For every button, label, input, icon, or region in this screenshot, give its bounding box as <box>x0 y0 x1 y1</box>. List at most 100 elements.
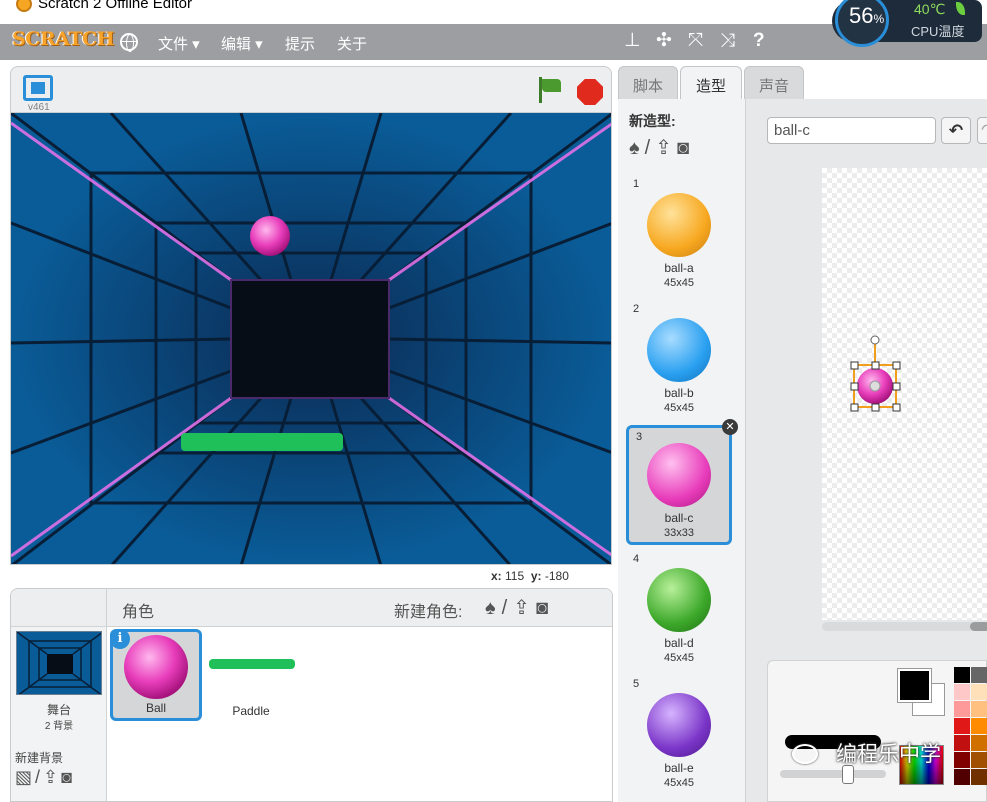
sprite-tile-ball[interactable]: i Ball <box>110 629 202 721</box>
paddle-sprite[interactable] <box>181 433 343 451</box>
menu-file[interactable]: 文件 ▾ <box>158 33 200 54</box>
ball-sprite[interactable] <box>250 216 290 256</box>
language-globe-icon[interactable] <box>120 33 138 52</box>
mouse-coordinates: x: 115 y: -180 <box>491 569 569 583</box>
camera-icon[interactable]: ◙ <box>61 767 75 787</box>
paint-canvas[interactable] <box>822 168 987 620</box>
new-backdrop-tools: ▧/⇪◙ <box>15 767 75 788</box>
fullscreen-icon[interactable] <box>23 75 53 101</box>
costume-index: 2 <box>633 303 640 315</box>
line-width-slider[interactable] <box>780 770 886 778</box>
costume-thumbnail <box>647 693 711 757</box>
costume-item-selected[interactable]: 3 ✕ ball-c 33x33 <box>626 419 738 545</box>
redo-icon[interactable]: ↷ <box>977 117 987 144</box>
costume-index: 4 <box>633 553 640 565</box>
upload-icon[interactable]: ⇪ <box>513 597 536 619</box>
sprite-pane: 角色 新建角色: ♠/⇪◙ 舞台 2 背景 新建背景 ▧/⇪◙ i Ball P… <box>10 588 613 802</box>
costume-size: 45x45 <box>664 277 694 289</box>
costume-index: 5 <box>633 678 640 690</box>
color-swatch-grid[interactable] <box>954 667 987 786</box>
paint-brush-icon[interactable]: / <box>645 137 656 159</box>
costume-library-icon[interactable]: ♠ <box>629 137 645 159</box>
ball-thumbnail <box>124 635 188 699</box>
cpu-percent: 56% <box>849 3 885 28</box>
stage-canvas[interactable] <box>10 112 612 565</box>
costume-thumbnail <box>647 568 711 632</box>
costume-item[interactable]: 1 ball-a 45x45 <box>626 175 732 295</box>
leaf-icon <box>956 2 965 15</box>
scrollbar-thumb[interactable] <box>970 622 987 631</box>
paint-brush-icon[interactable]: / <box>35 767 43 787</box>
costume-thumbnail <box>647 318 711 382</box>
camera-icon[interactable]: ◙ <box>677 137 694 159</box>
grow-icon[interactable]: ⤧ <box>688 31 703 51</box>
upload-icon[interactable]: ⇪ <box>655 137 677 159</box>
stage-thumbnail[interactable] <box>16 631 102 695</box>
scratch-logo[interactable]: SCRATCH <box>12 28 115 50</box>
shrink-icon[interactable]: ⤨ <box>720 31 735 51</box>
costume-name: ball-d <box>664 636 694 650</box>
tab-sounds[interactable]: 声音 <box>744 66 804 100</box>
costume-index: 1 <box>633 178 640 190</box>
duplicate-stamp-icon[interactable]: ⊥ <box>624 31 641 51</box>
primary-color-swatch[interactable] <box>898 669 931 702</box>
undo-icon[interactable]: ↶ <box>941 117 971 144</box>
delete-costume-icon[interactable]: ✕ <box>722 419 738 435</box>
editor-tabs: 脚本 造型 声音 <box>618 66 987 101</box>
costume-item[interactable]: 5 ball-e 45x45 <box>626 675 732 795</box>
costume-item[interactable]: 2 ball-b 45x45 <box>626 300 732 420</box>
stage-header: v461 <box>10 66 612 113</box>
scratch-window: Scratch 2 Offline Editor SCRATCH 文件 ▾ 编辑… <box>0 0 987 802</box>
costume-item[interactable]: 4 ball-d 45x45 <box>626 550 732 670</box>
stage-backdrop-count: 2 背景 <box>44 721 74 732</box>
camera-icon[interactable]: ◙ <box>536 597 554 619</box>
window-title: Scratch 2 Offline Editor <box>38 0 192 12</box>
paddle-thumbnail <box>209 659 295 669</box>
color-palette-panel <box>767 660 987 802</box>
green-flag-icon[interactable] <box>537 77 563 105</box>
costume-name-input[interactable] <box>767 117 936 144</box>
new-sprite-tools: ♠/⇪◙ <box>485 595 554 620</box>
cut-scissors-icon[interactable]: ✣ <box>656 31 672 51</box>
paint-brush-icon[interactable]: / <box>502 597 514 619</box>
image-library-icon[interactable]: ▧ <box>15 767 35 787</box>
costume-list: 新造型: ♠/⇪◙ 1 ball-a 45x45 2 ball-b 45x45 … <box>618 99 746 802</box>
stop-sign-icon[interactable] <box>577 79 603 105</box>
tab-costumes[interactable]: 造型 <box>680 66 742 101</box>
costume-on-canvas <box>850 335 901 412</box>
costume-thumbnail <box>647 193 711 257</box>
menu-about[interactable]: 关于 <box>337 33 367 54</box>
tab-scripts[interactable]: 脚本 <box>618 66 678 100</box>
costume-size: 33x33 <box>664 527 694 539</box>
costume-name: ball-c <box>664 511 694 525</box>
sprite-pane-header: 角色 新建角色: ♠/⇪◙ <box>11 589 612 627</box>
watermark-text: 编程乐中学 <box>836 743 941 766</box>
costume-name: ball-b <box>664 386 694 400</box>
costume-size: 45x45 <box>664 402 694 414</box>
new-costume-tools: ♠/⇪◙ <box>629 135 694 160</box>
upload-icon[interactable]: ⇪ <box>43 767 61 787</box>
cpu-monitor-widget: 56% 40℃ CPU温度 <box>832 0 982 47</box>
cpu-temperature: 40℃ <box>914 1 946 17</box>
menu-tips[interactable]: 提示 <box>285 33 315 54</box>
tunnel-backdrop <box>11 113 611 564</box>
help-icon[interactable]: ? <box>753 31 765 51</box>
wechat-icon <box>792 744 818 764</box>
new-sprite-label: 新建角色: <box>394 604 463 621</box>
canvas-horizontal-scrollbar[interactable] <box>822 622 987 631</box>
sprite-library-icon[interactable]: ♠ <box>485 597 502 619</box>
costume-index: 3 <box>636 431 643 443</box>
costume-thumbnail <box>647 443 711 507</box>
sprite-name: Paddle <box>232 704 270 718</box>
cpu-temp-label: CPU温度 <box>911 24 965 39</box>
new-backdrop-label: 新建背景 <box>15 751 64 765</box>
costume-size: 45x45 <box>664 777 694 789</box>
sprites-title: 角色 <box>122 604 155 621</box>
costume-name: ball-a <box>664 261 694 275</box>
stage-label: 舞台 <box>46 703 71 717</box>
costume-size: 45x45 <box>664 652 694 664</box>
new-costume-label: 新造型: <box>629 113 676 129</box>
menu-edit[interactable]: 编辑 ▾ <box>221 33 263 54</box>
sprite-name: Ball <box>145 701 166 715</box>
sprite-tile-paddle[interactable]: Paddle <box>205 629 297 721</box>
